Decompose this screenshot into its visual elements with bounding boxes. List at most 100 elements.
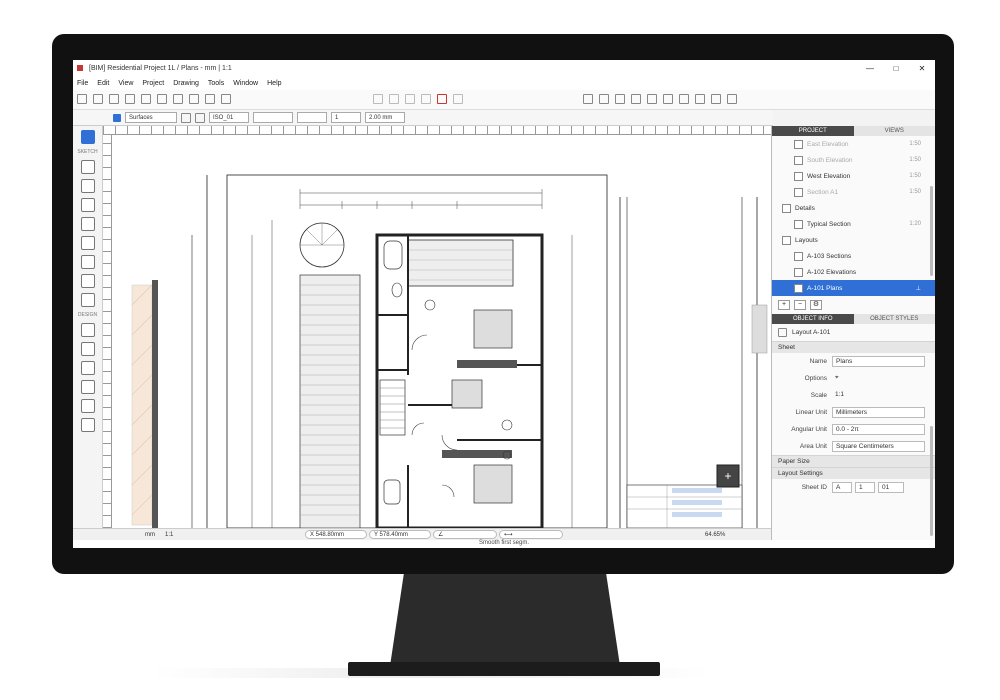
remove-button[interactable]: − xyxy=(794,300,806,310)
layout-settings-section[interactable]: Layout Settings xyxy=(772,467,935,479)
menu-view[interactable]: View xyxy=(118,80,133,87)
new-file-icon[interactable] xyxy=(77,94,87,104)
sheet-id-number[interactable]: 1 xyxy=(855,482,875,493)
line-tool-icon[interactable] xyxy=(80,179,95,193)
menu-file[interactable]: File xyxy=(77,80,88,87)
fill-color-icon[interactable] xyxy=(113,113,121,122)
curve-tool-icon[interactable] xyxy=(599,94,609,104)
pen-style-icon[interactable] xyxy=(181,112,191,123)
sheet-id-suffix[interactable]: 01 xyxy=(878,482,904,493)
pin-icon[interactable]: ⊥ xyxy=(916,285,921,292)
dimension-tool-icon[interactable] xyxy=(389,94,399,104)
maximize-button[interactable]: □ xyxy=(883,60,909,76)
line-width-select[interactable]: 2.00 mm xyxy=(365,112,405,123)
tree-item-a101-plans[interactable]: A-101 Plans ⊥ xyxy=(772,280,935,296)
wall-tool-icon[interactable] xyxy=(80,323,95,337)
grid-tool-icon[interactable] xyxy=(727,94,737,104)
paste-icon[interactable] xyxy=(205,94,215,104)
crosshair-tool-icon[interactable] xyxy=(437,94,447,104)
status-scale[interactable]: 1:1 xyxy=(165,532,173,538)
tree-item-east-elevation[interactable]: East Elevation 1:50 xyxy=(772,136,935,152)
tree-group-details[interactable]: Details xyxy=(772,200,935,216)
area-unit-select[interactable]: Square Centimeters xyxy=(832,441,925,452)
line-tool-icon[interactable] xyxy=(373,94,383,104)
line-type-select[interactable] xyxy=(253,112,293,123)
pen-tool-icon[interactable] xyxy=(80,274,95,288)
layer-tool-icon[interactable] xyxy=(711,94,721,104)
settings-gear-icon[interactable]: ⚙ xyxy=(810,300,822,310)
text-tool-icon[interactable] xyxy=(405,94,415,104)
tab-object-styles[interactable]: OBJECT STYLES xyxy=(853,314,935,324)
rect-tool-icon[interactable] xyxy=(80,217,95,231)
offset-tool-icon[interactable] xyxy=(631,94,641,104)
measure-tool-icon[interactable] xyxy=(80,418,95,432)
tab-object-info[interactable]: OBJECT INFO xyxy=(772,314,854,324)
trim-tool-icon[interactable] xyxy=(421,94,431,104)
dimension-tool-icon[interactable] xyxy=(80,361,95,375)
rotate-tool-icon[interactable] xyxy=(80,255,95,269)
redo-icon[interactable] xyxy=(157,94,167,104)
copy-icon[interactable] xyxy=(189,94,199,104)
y-coordinate-field[interactable]: Y 578.40mm xyxy=(369,530,431,539)
rectangle-tool-icon[interactable] xyxy=(615,94,625,104)
menu-tools[interactable]: Tools xyxy=(208,80,224,87)
extend-tool-icon[interactable] xyxy=(453,94,463,104)
tab-views[interactable]: VIEWS xyxy=(853,126,935,136)
zoom-icon[interactable] xyxy=(221,94,231,104)
zoom-level[interactable]: 64.65% xyxy=(705,532,725,538)
name-input[interactable]: Plans xyxy=(832,356,925,367)
angle-field[interactable]: ∠ xyxy=(433,530,497,539)
add-button[interactable]: + xyxy=(778,300,790,310)
x-coordinate-field[interactable]: X 548.80mm xyxy=(305,530,367,539)
tree-item-a102-elevations[interactable]: A-102 Elevations xyxy=(772,264,935,280)
circle-tool-icon[interactable] xyxy=(647,94,657,104)
door-tool-icon[interactable] xyxy=(80,380,95,394)
length-field[interactable]: ⟷ xyxy=(499,530,563,539)
tab-project[interactable]: PROJECT xyxy=(772,126,854,136)
point-tool-icon[interactable] xyxy=(80,160,95,174)
cut-icon[interactable] xyxy=(173,94,183,104)
save-icon[interactable] xyxy=(109,94,119,104)
open-file-icon[interactable] xyxy=(93,94,103,104)
options-pin-icon[interactable]: ⌖ xyxy=(832,373,925,384)
arc-tool-icon[interactable] xyxy=(583,94,593,104)
pen-weight-icon[interactable] xyxy=(195,112,205,123)
group-tool-icon[interactable] xyxy=(695,94,705,104)
menu-window[interactable]: Window xyxy=(233,80,258,87)
snap-unit[interactable]: mm xyxy=(145,532,155,538)
minimize-button[interactable]: — xyxy=(857,60,883,76)
info-scrollbar[interactable] xyxy=(930,426,933,536)
hatch-tool-icon[interactable] xyxy=(80,236,95,250)
angular-unit-select[interactable]: 0.0 - 2π xyxy=(832,424,925,435)
menu-drawing[interactable]: Drawing xyxy=(173,80,199,87)
menu-help[interactable]: Help xyxy=(267,80,281,87)
person-tool-icon[interactable] xyxy=(80,293,95,307)
line-end-select[interactable] xyxy=(297,112,327,123)
tree-item-a103-sections[interactable]: A-103 Sections xyxy=(772,248,935,264)
line-weight-select[interactable]: 1 xyxy=(331,112,361,123)
tree-item-west-elevation[interactable]: West Elevation 1:50 xyxy=(772,168,935,184)
menu-edit[interactable]: Edit xyxy=(97,80,109,87)
tree-item-typical-section[interactable]: Typical Section 1:20 xyxy=(772,216,935,232)
layer-select[interactable]: Surfaces xyxy=(125,112,177,123)
nav-widget[interactable] xyxy=(751,304,768,354)
print-icon[interactable] xyxy=(125,94,135,104)
style-select[interactable]: ISO_01 xyxy=(209,112,249,123)
menu-project[interactable]: Project xyxy=(142,80,164,87)
tree-item-section-a1[interactable]: Section A1 1:50 xyxy=(772,184,935,200)
drawing-canvas[interactable]: + xyxy=(112,135,771,528)
tree-scrollbar[interactable] xyxy=(930,186,933,276)
linear-unit-select[interactable]: Millimeters xyxy=(832,407,925,418)
circle-tool-icon[interactable] xyxy=(80,198,95,212)
paper-size-section[interactable]: Paper Size xyxy=(772,455,935,467)
sheet-section-header[interactable]: Sheet xyxy=(772,341,935,353)
tree-group-layouts[interactable]: Layouts xyxy=(772,232,935,248)
close-button[interactable]: ✕ xyxy=(909,60,935,76)
fillet-tool-icon[interactable] xyxy=(679,94,689,104)
polygon-tool-icon[interactable] xyxy=(663,94,673,104)
select-tool-icon[interactable] xyxy=(80,130,95,144)
stair-tool-icon[interactable] xyxy=(80,342,95,356)
tree-item-south-elevation[interactable]: South Elevation 1:50 xyxy=(772,152,935,168)
sheet-id-prefix[interactable]: A xyxy=(832,482,852,493)
undo-icon[interactable] xyxy=(141,94,151,104)
